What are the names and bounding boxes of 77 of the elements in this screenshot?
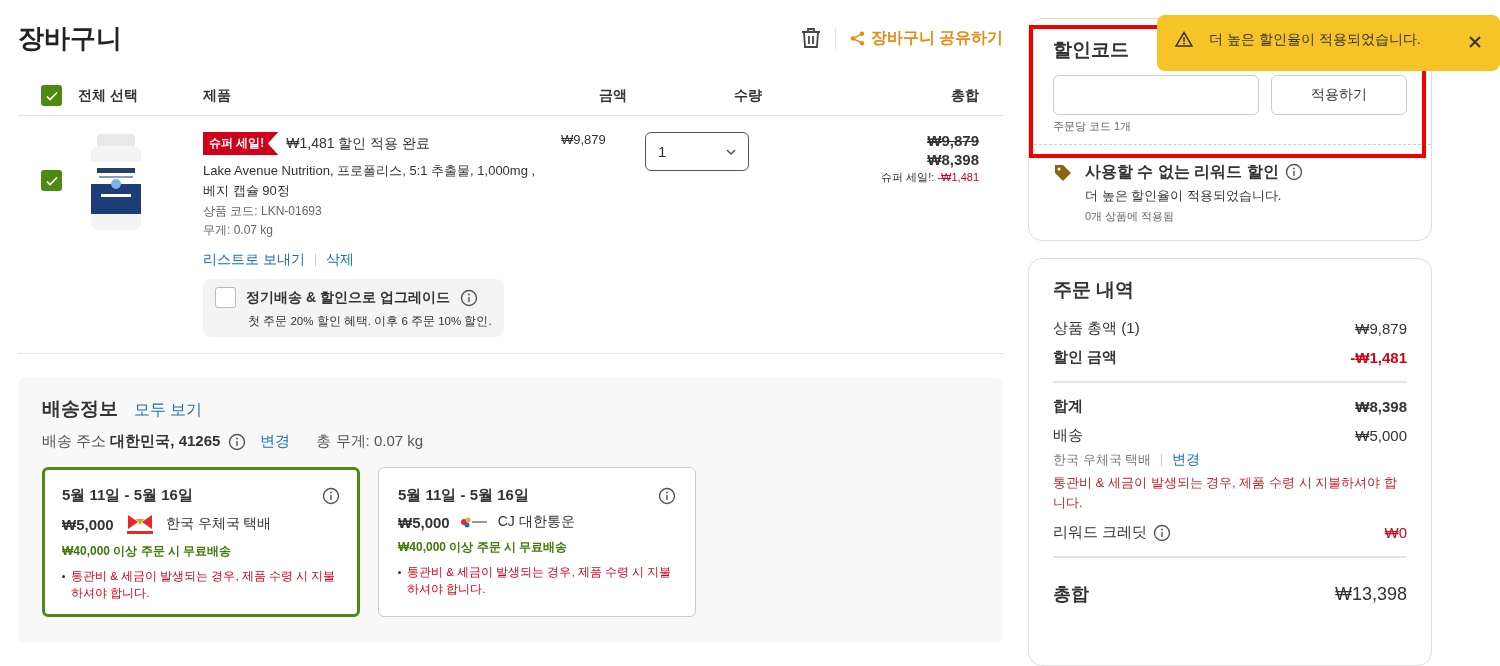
delivery-dates: 5월 11일 - 5월 16일 [62,486,193,505]
subscribe-checkbox[interactable] [215,287,236,308]
summary-value: ₩5,000 [1355,427,1407,444]
summary-label: 리워드 크레딧 [1053,523,1148,542]
summary-value: ₩13,398 [1334,583,1407,605]
coupon-title: 할인코드 [1053,38,1129,62]
info-icon [459,288,478,307]
coupon-hint: 주문당 코드 1개 [1053,119,1133,134]
free-shipping-note: ₩40,000 이상 주문 시 무료배송 [62,543,233,560]
summary-label: 합계 [1053,397,1083,416]
summary-value: ₩0 [1384,524,1407,541]
shipping-price: ₩5,000 [398,513,450,531]
summary-title: 주문 내역 [1053,278,1135,302]
carrier-name: CJ 대한통운 [497,513,575,531]
select-all-checkbox[interactable] [41,85,62,106]
summary-label: 총합 [1053,583,1089,606]
info-icon [658,486,676,505]
apply-button[interactable]: 적용하기 [1271,75,1407,115]
shipping-price: ₩5,000 [62,515,114,533]
reward-message: 더 높은 할인율이 적용되었습니다. [1085,187,1283,205]
info-icon [1284,163,1303,181]
shipping-option-card[interactable]: 5월 11일 - 5월 16일 ₩5,000 CJ 대한통운 ₩40,000 이상 주문 시 무료배송 통관비 & 세금이 발생되는 경우, 제품 수령 시 지불하셔야 합니다. [378,467,696,617]
toast-message: 더 높은 할인율이 적용되었습니다. [1209,31,1422,49]
free-shipping-note: ₩40,000 이상 주문 시 무료배송 [398,539,569,556]
summary-carrier: 한국 우체국 택배 [1053,451,1152,469]
unit-price: ₩9,879 [560,132,606,147]
view-all-link[interactable]: 모두 보기 [134,400,203,421]
column-header: 제품 [203,86,232,105]
subscribe-note: 첫 주문 20% 할인 혜택. 이후 6 주문 10% 할인. [248,314,492,329]
product-code: 상품 코드: LKN-01693 [203,203,323,220]
sale-saving: 슈퍼 세일!: -₩1,481 [881,170,979,185]
reward-title: 사용할 수 없는 리워드 할인 [1085,161,1279,182]
carrier-logo-icon [459,515,488,529]
summary-value: ₩8,398 [1355,398,1407,415]
address-label: 배송 주소 대한민국, 41265 [42,432,221,451]
summary-label: 상품 총액 (1) [1053,319,1140,338]
select-all-label: 전체 선택 [78,86,138,105]
summary-label: 할인 금액 [1053,348,1118,367]
summary-value: -₩1,481 [1350,349,1407,366]
quantity-select[interactable]: 1 [645,132,749,171]
total-weight: 총 무게: 0.07 kg [316,432,424,451]
customs-notice: 통관비 & 세금이 발생되는 경우, 제품 수령 시 지불하셔야 합니다. [71,569,337,601]
chevron-down-icon [726,148,736,155]
discount-note: ₩1,481 할인 적용 완료 [286,134,431,153]
item-action-link[interactable]: 삭제 [325,251,354,269]
summary-value: ₩9,879 [1355,320,1407,337]
product-weight: 무게: 0.07 kg [203,222,275,239]
trash-icon[interactable] [800,27,821,49]
item-action-link[interactable]: 리스트로 보내기 [203,251,305,269]
column-header: 수량 [733,86,763,105]
shipping-title: 배송정보 [42,397,118,421]
customs-notice: 통관비 & 세금이 발생되는 경우, 제품 수령 시 지불하셔야 합니다. [1053,474,1398,512]
info-icon [228,432,247,451]
product-name[interactable]: Lake Avenue Nutrition, 프로폴리스, 5:1 추출물, 1,000mg , 베지 캡슐 90정 [203,161,543,201]
original-total: ₩9,879 [927,132,979,149]
warning-icon [1175,31,1193,47]
subscribe-label: 정기배송 & 할인으로 업그레이드 [246,288,450,307]
tag-icon [1053,163,1073,183]
sale-badge: 슈퍼 세일! [203,132,279,155]
close-icon[interactable] [1468,35,1482,49]
change-link[interactable]: 변경 [1172,451,1201,469]
delivery-dates: 5월 11일 - 5월 16일 [398,486,529,505]
reward-applied: 0개 상품에 적용됨 [1085,209,1176,224]
info-icon [1153,523,1172,542]
item-total: ₩8,398 [927,151,979,168]
info-icon [322,486,340,505]
coupon-input-field[interactable] [1053,75,1259,115]
item-checkbox[interactable] [41,170,62,191]
column-header: 총합 [950,86,980,105]
change-link[interactable]: 변경 [260,432,291,451]
shipping-option-card[interactable]: 5월 11일 - 5월 16일 ₩5,000 한국 우체국 택배 ₩40,000 이상 주문 시 무료배송 통관비 & 세금이 발생되는 경우, 제품 수령 시 지불하셔야 합니다. [42,467,360,617]
customs-notice: 통관비 & 세금이 발생되는 경우, 제품 수령 시 지불하셔야 합니다. [407,565,673,597]
summary-label: 배송 [1053,426,1083,445]
column-header: 금액 [598,86,628,105]
page-title: 장바구니 [18,21,123,55]
carrier-name: 한국 우체국 택배 [165,515,272,533]
share-icon [849,30,865,46]
